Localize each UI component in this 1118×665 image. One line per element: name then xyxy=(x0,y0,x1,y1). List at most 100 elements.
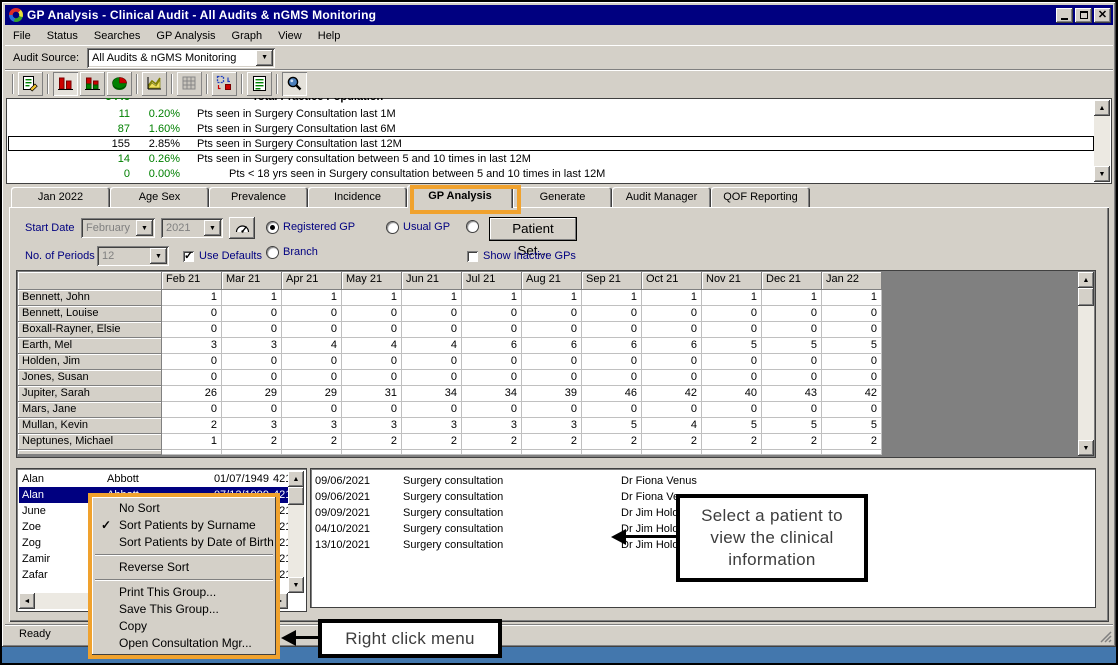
month-column-header[interactable]: Oct 21 xyxy=(642,272,702,290)
month-column-header[interactable]: Mar 21 xyxy=(222,272,282,290)
gp-name-cell[interactable]: Mars, Jane xyxy=(18,402,162,418)
use-defaults-checkbox[interactable]: Use Defaults xyxy=(183,250,262,262)
maximize-button[interactable] xyxy=(1075,8,1092,23)
summary-scrollbar[interactable]: ▲ ▼ xyxy=(1094,100,1110,182)
gp-table-row[interactable]: Bennett, Louise000000000000 xyxy=(18,306,1078,322)
gp-name-cell[interactable]: Earth, Mel xyxy=(18,338,162,354)
registered-gp-radio[interactable]: Registered GP xyxy=(267,221,355,233)
gp-table-row[interactable]: Neptunes, Michael122222222222 xyxy=(18,434,1078,450)
tab-generate[interactable]: Generate xyxy=(513,187,612,208)
tab-incidence[interactable]: Incidence xyxy=(308,187,407,208)
patient-set-radio[interactable] xyxy=(467,221,478,232)
scroll-down-icon[interactable]: ▼ xyxy=(1094,166,1110,182)
gp-table-row[interactable]: Earth, Mel334446666555 xyxy=(18,338,1078,354)
month-column-header[interactable]: Nov 21 xyxy=(702,272,762,290)
month-column-header[interactable]: Dec 21 xyxy=(762,272,822,290)
scroll-up-icon[interactable]: ▲ xyxy=(1078,272,1094,288)
scroll-up-icon[interactable]: ▲ xyxy=(288,471,304,487)
menu-searches[interactable]: Searches xyxy=(86,28,148,44)
tab-prevalence[interactable]: Prevalence xyxy=(209,187,308,208)
scrollbar-thumb[interactable] xyxy=(1078,288,1094,306)
minimize-button[interactable] xyxy=(1056,8,1073,23)
summary-row[interactable]: 871.60%Pts seen in Surgery Consultation … xyxy=(8,121,1094,136)
periods-combo[interactable]: 12 ▼ xyxy=(97,246,169,266)
tab-age-sex[interactable]: Age Sex xyxy=(110,187,209,208)
chart-3d-button[interactable] xyxy=(142,72,167,96)
summary-row[interactable]: 1552.85%Pts seen in Surgery Consultation… xyxy=(8,136,1094,151)
gp-name-cell[interactable]: Bennett, Louise xyxy=(18,306,162,322)
summary-row-partial[interactable]: 5443Total Practice Population xyxy=(8,98,1094,106)
chart-transfer-button[interactable] xyxy=(212,72,237,96)
patient-list-vscrollbar[interactable]: ▲ ▼ xyxy=(288,471,304,593)
month-column-header[interactable]: Sep 21 xyxy=(582,272,642,290)
gp-table-row[interactable]: Holden, Jim000000000000 xyxy=(18,354,1078,370)
gp-table-row[interactable]: Mars, Jane000000000000 xyxy=(18,402,1078,418)
menu-item-open-consultation-mgr[interactable]: Open Consultation Mgr... xyxy=(93,635,275,652)
scrollbar-thumb[interactable] xyxy=(288,487,304,505)
tab-jan-2022[interactable]: Jan 2022 xyxy=(11,187,110,208)
scroll-down-icon[interactable]: ▼ xyxy=(1078,440,1094,456)
gp-table-scrollbar[interactable]: ▲ ▼ xyxy=(1078,272,1094,456)
menu-view[interactable]: View xyxy=(270,28,310,44)
scroll-up-icon[interactable]: ▲ xyxy=(1094,100,1110,116)
report-button[interactable] xyxy=(247,72,272,96)
menu-status[interactable]: Status xyxy=(39,28,86,44)
show-inactive-gps-checkbox[interactable]: Show Inactive GPs xyxy=(467,250,576,262)
patient-row[interactable]: AlanAbbott01/07/1949421 xyxy=(19,471,288,487)
month-column-header[interactable]: May 21 xyxy=(342,272,402,290)
audit-source-combo[interactable]: All Audits & nGMS Monitoring ▼ xyxy=(87,48,275,68)
month-column-header[interactable]: Jun 21 xyxy=(402,272,462,290)
pie-chart-button[interactable] xyxy=(107,72,132,96)
gp-table-row[interactable]: Jupiter, Sarah262929313434394642404342 xyxy=(18,386,1078,402)
gp-name-cell[interactable]: Boxall-Rayner, Elsie xyxy=(18,322,162,338)
arrow-shaft xyxy=(624,535,676,538)
month-column-header[interactable]: Feb 21 xyxy=(162,272,222,290)
notes-edit-button[interactable] xyxy=(18,72,43,96)
summary-row[interactable]: 110.20%Pts seen in Surgery Consultation … xyxy=(8,106,1094,121)
month-column-header[interactable]: Jan 22 xyxy=(822,272,882,290)
menu-item-sort-patients-by-date-of-birth[interactable]: Sort Patients by Date of Birth xyxy=(93,534,275,551)
gp-table-row[interactable]: Bennett, John111111111111 xyxy=(18,290,1078,306)
month-column-header[interactable]: Jul 21 xyxy=(462,272,522,290)
month-column-header[interactable]: Aug 21 xyxy=(522,272,582,290)
menu-item-reverse-sort[interactable]: Reverse Sort xyxy=(93,559,275,576)
consultation-row[interactable]: 09/06/2021Surgery consultationDr Fiona V… xyxy=(315,473,1091,489)
menu-item-no-sort[interactable]: No Sort xyxy=(93,500,275,517)
gp-table-row[interactable]: Mullan, Kevin233333354555 xyxy=(18,418,1078,434)
resize-grip[interactable] xyxy=(1098,629,1112,643)
gp-name-cell[interactable]: Jupiter, Sarah xyxy=(18,386,162,402)
bar-chart-button[interactable] xyxy=(53,72,78,96)
menu-item-copy[interactable]: Copy xyxy=(93,618,275,635)
tab-qof-reporting[interactable]: QOF Reporting xyxy=(711,187,810,208)
usual-gp-radio[interactable]: Usual GP xyxy=(387,221,450,233)
branch-radio[interactable]: Branch xyxy=(267,246,318,258)
menu-item-print-this-group[interactable]: Print This Group... xyxy=(93,584,275,601)
dropdown-arrow-icon[interactable]: ▼ xyxy=(256,50,273,66)
start-year-combo[interactable]: 2021 ▼ xyxy=(161,218,223,238)
stacked-bar-chart-button[interactable] xyxy=(80,72,105,96)
summary-row[interactable]: 00.00%Pts < 18 yrs seen in Surgery consu… xyxy=(8,166,1094,181)
menu-file[interactable]: File xyxy=(5,28,39,44)
summary-row[interactable]: 140.26%Pts seen in Surgery consultation … xyxy=(8,151,1094,166)
close-button[interactable]: ✕ xyxy=(1094,8,1111,23)
gp-name-cell[interactable]: Holden, Jim xyxy=(18,354,162,370)
menu-help[interactable]: Help xyxy=(310,28,349,44)
start-month-combo[interactable]: February ▼ xyxy=(81,218,155,238)
menu-graph[interactable]: Graph xyxy=(224,28,271,44)
menu-gp-analysis[interactable]: GP Analysis xyxy=(148,28,223,44)
scroll-down-icon[interactable]: ▼ xyxy=(288,577,304,593)
menu-item-sort-patients-by-surname[interactable]: ✓Sort Patients by Surname xyxy=(93,517,275,534)
search-button[interactable] xyxy=(282,72,307,96)
gp-name-cell[interactable]: Neptunes, Michael xyxy=(18,434,162,450)
patient-set-button[interactable]: Patient Set... xyxy=(489,217,577,241)
month-column-header[interactable]: Apr 21 xyxy=(282,272,342,290)
gp-name-cell[interactable]: Jones, Susan xyxy=(18,370,162,386)
gp-table-row[interactable]: Boxall-Rayner, Elsie000000000000 xyxy=(18,322,1078,338)
tab-audit-manager[interactable]: Audit Manager xyxy=(612,187,711,208)
gp-table-row[interactable]: Jones, Susan000000000000 xyxy=(18,370,1078,386)
menu-item-save-this-group[interactable]: Save This Group... xyxy=(93,601,275,618)
gp-name-cell[interactable]: Bennett, John xyxy=(18,290,162,306)
scroll-left-icon[interactable]: ◄ xyxy=(19,593,35,609)
gp-name-cell[interactable]: Mullan, Kevin xyxy=(18,418,162,434)
run-analysis-button[interactable] xyxy=(229,217,255,239)
